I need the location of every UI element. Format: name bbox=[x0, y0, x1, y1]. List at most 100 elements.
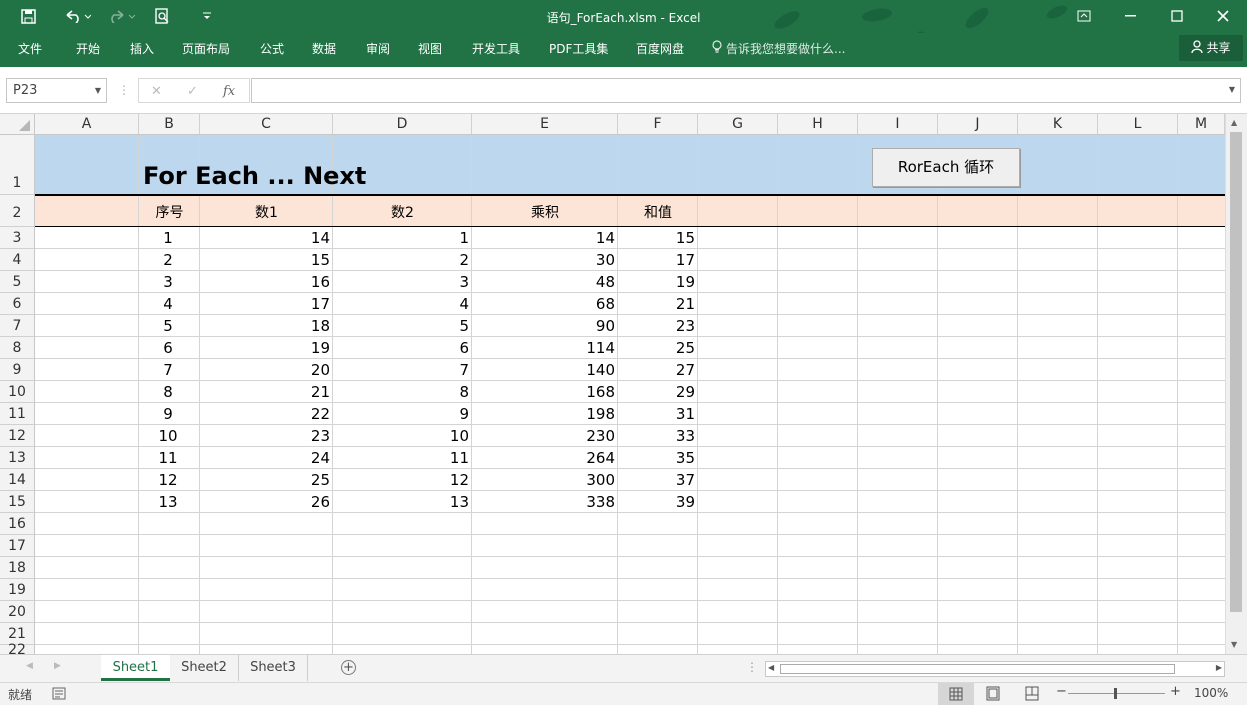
horizontal-scrollbar[interactable]: ◀ ▶ bbox=[765, 661, 1225, 677]
column-header-c[interactable]: C bbox=[200, 114, 333, 135]
scroll-up-icon[interactable]: ▲ bbox=[1231, 118, 1237, 127]
cell-sum[interactable]: 33 bbox=[618, 425, 695, 447]
cell-num1[interactable]: 24 bbox=[200, 447, 330, 469]
row-header-15[interactable]: 15 bbox=[0, 491, 35, 513]
cell-sum[interactable]: 39 bbox=[618, 491, 695, 513]
tab-data[interactable]: 数据 bbox=[312, 38, 336, 60]
column-header-g[interactable]: G bbox=[698, 114, 778, 135]
select-all-corner[interactable] bbox=[0, 114, 35, 135]
cancel-icon[interactable]: ✕ bbox=[151, 79, 162, 104]
cell-num2[interactable]: 11 bbox=[333, 447, 469, 469]
header-sum[interactable]: 和值 bbox=[618, 202, 698, 222]
column-header-m[interactable]: M bbox=[1178, 114, 1225, 135]
row-header-20[interactable]: 20 bbox=[0, 601, 35, 623]
column-header-b[interactable]: B bbox=[139, 114, 200, 135]
row-header-12[interactable]: 12 bbox=[0, 425, 35, 447]
tab-page-layout[interactable]: 页面布局 bbox=[182, 38, 230, 60]
name-box[interactable]: P23 ▼ bbox=[6, 78, 107, 103]
tab-developer[interactable]: 开发工具 bbox=[472, 38, 520, 60]
column-header-j[interactable]: J bbox=[938, 114, 1018, 135]
cell-sum[interactable]: 25 bbox=[618, 337, 695, 359]
cell-num1[interactable]: 18 bbox=[200, 315, 330, 337]
cell-product[interactable]: 338 bbox=[472, 491, 615, 513]
insert-function-icon[interactable]: fx bbox=[223, 79, 235, 104]
column-header-i[interactable]: I bbox=[858, 114, 938, 135]
row-header-9[interactable]: 9 bbox=[0, 359, 35, 381]
row-header-6[interactable]: 6 bbox=[0, 293, 35, 315]
page-break-view-icon[interactable] bbox=[1024, 686, 1040, 704]
row-header-17[interactable]: 17 bbox=[0, 535, 35, 557]
tab-pdf-tools[interactable]: PDF工具集 bbox=[549, 38, 608, 60]
cell-num1[interactable]: 23 bbox=[200, 425, 330, 447]
cell-num2[interactable]: 13 bbox=[333, 491, 469, 513]
cell-product[interactable]: 30 bbox=[472, 249, 615, 271]
row-header-16[interactable]: 16 bbox=[0, 513, 35, 535]
column-header-d[interactable]: D bbox=[333, 114, 472, 135]
row-header-7[interactable]: 7 bbox=[0, 315, 35, 337]
row-header-19[interactable]: 19 bbox=[0, 579, 35, 601]
cell-num2[interactable]: 6 bbox=[333, 337, 469, 359]
cell-sum[interactable]: 19 bbox=[618, 271, 695, 293]
cell-product[interactable]: 140 bbox=[472, 359, 615, 381]
scroll-left-icon[interactable]: ◀ bbox=[26, 661, 33, 671]
cell-sum[interactable]: 17 bbox=[618, 249, 695, 271]
cell-num1[interactable]: 22 bbox=[200, 403, 330, 425]
row-header-13[interactable]: 13 bbox=[0, 447, 35, 469]
scroll-right-icon[interactable]: ▶ bbox=[54, 661, 61, 671]
row-header-5[interactable]: 5 bbox=[0, 271, 35, 293]
row-header-22[interactable]: 22 bbox=[0, 643, 35, 654]
cell-index[interactable]: 12 bbox=[139, 469, 197, 491]
header-index[interactable]: 序号 bbox=[139, 202, 200, 222]
worksheet-grid[interactable]: ABCDEFGHIJKLM 1 2 3 4 5 6 7 8 9 10 11 12 13 14 15 16 17 1… bbox=[0, 114, 1247, 654]
cell-index[interactable]: 8 bbox=[139, 381, 197, 403]
cell-product[interactable]: 114 bbox=[472, 337, 615, 359]
tab-formulas[interactable]: 公式 bbox=[260, 38, 284, 60]
cell-num2[interactable]: 10 bbox=[333, 425, 469, 447]
cell-num2[interactable]: 8 bbox=[333, 381, 469, 403]
cell-sum[interactable]: 21 bbox=[618, 293, 695, 315]
cell-sum[interactable]: 37 bbox=[618, 469, 695, 491]
cell-product[interactable]: 168 bbox=[472, 381, 615, 403]
cell-num1[interactable]: 15 bbox=[200, 249, 330, 271]
header-product[interactable]: 乘积 bbox=[472, 202, 618, 222]
cell-sum[interactable]: 23 bbox=[618, 315, 695, 337]
cell-product[interactable]: 48 bbox=[472, 271, 615, 293]
formula-input[interactable]: ▼ bbox=[251, 78, 1241, 103]
cell-num1[interactable]: 25 bbox=[200, 469, 330, 491]
cell-index[interactable]: 11 bbox=[139, 447, 197, 469]
row-header-11[interactable]: 11 bbox=[0, 403, 35, 425]
tab-sheet3[interactable]: Sheet3 bbox=[239, 655, 308, 681]
cell-num1[interactable]: 19 bbox=[200, 337, 330, 359]
cell-index[interactable]: 3 bbox=[139, 271, 197, 293]
ribbon-display-icon[interactable] bbox=[1069, 5, 1099, 27]
add-sheet-icon[interactable]: + bbox=[341, 660, 356, 675]
cell-index[interactable]: 4 bbox=[139, 293, 197, 315]
enter-icon[interactable]: ✓ bbox=[187, 79, 198, 104]
cell-sum[interactable]: 29 bbox=[618, 381, 695, 403]
cell-product[interactable]: 230 bbox=[472, 425, 615, 447]
cell-sum[interactable]: 15 bbox=[618, 227, 695, 249]
minimize-icon[interactable] bbox=[1116, 5, 1146, 27]
cell-num2[interactable]: 9 bbox=[333, 403, 469, 425]
cell-num2[interactable]: 1 bbox=[333, 227, 469, 249]
splitter-icon[interactable]: ⋮ bbox=[746, 660, 758, 674]
scroll-left-arrow-icon[interactable]: ◀ bbox=[768, 663, 774, 672]
column-header-k[interactable]: K bbox=[1018, 114, 1098, 135]
column-header-e[interactable]: E bbox=[472, 114, 618, 135]
share-button[interactable]: 共享 bbox=[1179, 35, 1243, 61]
cell-product[interactable]: 300 bbox=[472, 469, 615, 491]
cell-num2[interactable]: 12 bbox=[333, 469, 469, 491]
tab-sheet1[interactable]: Sheet1 bbox=[101, 655, 170, 681]
cell-num2[interactable]: 2 bbox=[333, 249, 469, 271]
h-scroll-thumb[interactable] bbox=[780, 664, 1175, 674]
cell-product[interactable]: 198 bbox=[472, 403, 615, 425]
row-header-18[interactable]: 18 bbox=[0, 557, 35, 579]
expand-formula-icon[interactable]: ▼ bbox=[1229, 85, 1235, 94]
cell-num1[interactable]: 16 bbox=[200, 271, 330, 293]
tab-review[interactable]: 审阅 bbox=[366, 38, 390, 60]
column-header-h[interactable]: H bbox=[778, 114, 858, 135]
zoom-slider-thumb[interactable] bbox=[1114, 688, 1117, 699]
column-header-l[interactable]: L bbox=[1098, 114, 1178, 135]
scroll-right-arrow-icon[interactable]: ▶ bbox=[1216, 663, 1222, 672]
foreach-loop-button[interactable]: RorEach 循环 bbox=[872, 148, 1020, 187]
